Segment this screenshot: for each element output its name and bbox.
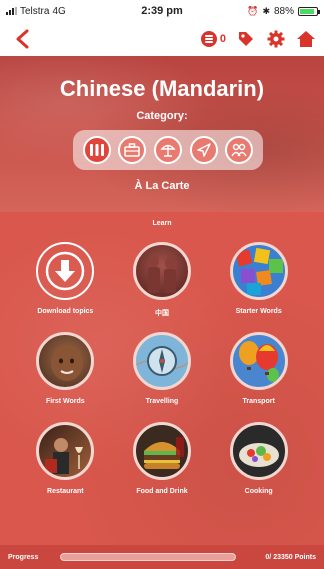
baby-image [36,332,95,390]
back-button[interactable] [8,25,36,53]
settings-button[interactable] [266,29,286,49]
topic-cooking[interactable]: Cooking [210,422,307,498]
alarm-icon: ⏰ [247,5,259,16]
bluetooth-icon: ✱ [262,5,270,16]
category-selector [73,130,263,170]
topic-label: Restaurant [47,488,84,495]
topic-label: Starter Words [235,308,282,315]
nav-actions: 0 [200,29,316,49]
coin-stack-icon [200,31,217,47]
status-time: 2:39 pm [141,5,183,17]
people-icon [231,143,247,157]
topic-food-and-drink[interactable]: Food and Drink [114,422,211,498]
topic-label: Food and Drink [136,488,188,495]
coins-button[interactable]: 0 [200,30,226,48]
status-bar: Telstra 4G 2:39 pm ⏰ ✱ 88% [0,0,324,22]
topic-label: Travelling [145,398,179,405]
burger-image [132,422,191,480]
progress-label: Progress [8,553,39,561]
battery-icon [298,6,320,16]
battery-label: 88% [273,5,294,17]
topic-grid: Download topics 中国 Starter Words First W… [17,242,307,498]
home-button[interactable] [296,29,316,49]
progress-track [60,553,236,561]
topic-first-words[interactable]: First Words [17,332,114,408]
status-left: Telstra 4G [6,6,116,17]
hot-air-balloons-image [229,332,288,390]
learn-section: Learn Download topics 中国 Starter Words F… [0,212,324,545]
category-holiday-button[interactable] [153,136,182,164]
topic-label: Download topics [37,308,94,315]
airplane-icon [196,143,211,157]
dish-image [229,422,288,480]
topic-label: Cooking [244,488,273,495]
percent-grid-icon [89,144,104,156]
carrier-label: Telstra [20,5,50,17]
topic-china[interactable]: 中国 [114,242,211,318]
progress-points: 0/ 23350 Points [265,553,316,561]
topic-starter-words[interactable]: Starter Words [210,242,307,318]
category-a-la-carte-button[interactable] [82,136,111,164]
topic-download[interactable]: Download topics [17,242,114,318]
status-right: ⏰ ✱ 88% [208,5,320,17]
tag-icon [239,32,253,46]
category-family-button[interactable] [225,136,254,164]
coin-count: 0 [219,33,226,45]
learn-heading: Learn [152,220,172,227]
briefcase-icon [124,143,141,157]
progress-bar: Progress 0/ 23350 Points [0,545,324,569]
home-icon [297,31,315,47]
alphabet-blocks-image [229,242,288,300]
page-title: Chinese (Mandarin) [59,76,265,101]
topic-label: 中国 [154,310,169,317]
topic-restaurant[interactable]: Restaurant [17,422,114,498]
compass-map-image [132,332,191,390]
category-label: Category: [136,110,188,122]
restaurant-image [36,422,95,480]
gear-icon [267,30,285,48]
terracotta-warriors-image [132,242,191,300]
nav-bar: 0 [0,22,324,56]
beach-umbrella-icon [160,144,176,157]
hero-banner: Chinese (Mandarin) Category: À La Carte [0,56,324,212]
topic-transport[interactable]: Transport [210,332,307,408]
download-topics-button[interactable] [36,242,95,300]
download-icon [46,251,85,291]
topic-label: Transport [242,398,275,405]
selected-category-label: À La Carte [134,180,190,192]
category-travel-button[interactable] [189,136,218,164]
category-business-button[interactable] [118,136,147,164]
topic-travelling[interactable]: Travelling [114,332,211,408]
network-label: 4G [52,5,66,17]
tag-button[interactable] [236,29,256,49]
chevron-left-icon [16,29,29,49]
signal-icon [6,7,17,15]
topic-label: First Words [45,398,85,405]
